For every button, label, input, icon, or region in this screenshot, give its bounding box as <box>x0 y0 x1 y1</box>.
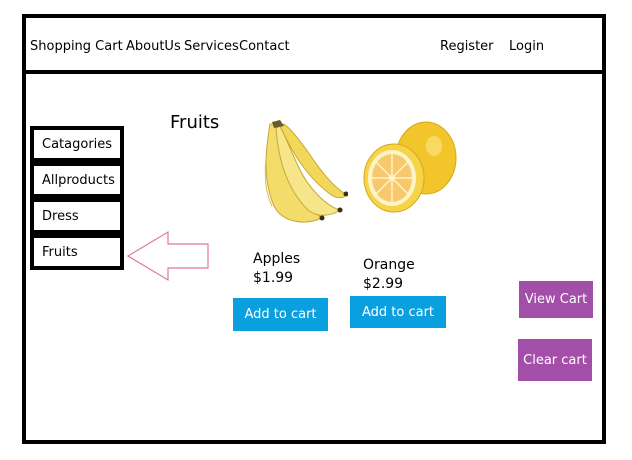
top-navbar: Shopping Cart AboutUs Services Contact R… <box>26 18 602 74</box>
category-title: Fruits <box>170 112 220 133</box>
nav-register[interactable]: Register <box>440 39 494 54</box>
product-price: $2.99 <box>363 276 404 292</box>
sidebar-item-dress[interactable]: Dress <box>30 198 124 234</box>
sidebar-item-label: Fruits <box>42 245 78 260</box>
sidebar-item-fruits[interactable]: Fruits <box>30 234 124 270</box>
add-to-cart-button[interactable]: Add to cart <box>233 298 328 331</box>
sidebar-item-label: Allproducts <box>42 173 115 188</box>
sidebar-item-label: Dress <box>42 209 79 224</box>
nav-contact[interactable]: Contact <box>239 39 290 54</box>
add-to-cart-button[interactable]: Add to cart <box>350 296 446 328</box>
nav-login[interactable]: Login <box>509 39 544 54</box>
sidebar-item-catagories[interactable]: Catagories <box>30 126 124 162</box>
sidebar-item-label: Catagories <box>42 137 113 152</box>
view-cart-button[interactable]: View Cart <box>519 281 593 318</box>
banana-image <box>264 120 348 223</box>
orange-image <box>363 121 457 213</box>
product-name: Orange <box>363 257 415 273</box>
clear-cart-button[interactable]: Clear cart <box>518 339 592 381</box>
left-arrow-icon <box>126 230 209 282</box>
nav-shopping-cart[interactable]: Shopping Cart <box>30 39 123 54</box>
product-price: $1.99 <box>253 270 294 286</box>
category-sidebar: Catagories Allproducts Dress Fruits <box>30 126 124 270</box>
sidebar-item-allproducts[interactable]: Allproducts <box>30 162 124 198</box>
nav-about-us[interactable]: AboutUs <box>126 39 181 54</box>
nav-services[interactable]: Services <box>184 39 239 54</box>
product-name: Apples <box>253 251 301 267</box>
